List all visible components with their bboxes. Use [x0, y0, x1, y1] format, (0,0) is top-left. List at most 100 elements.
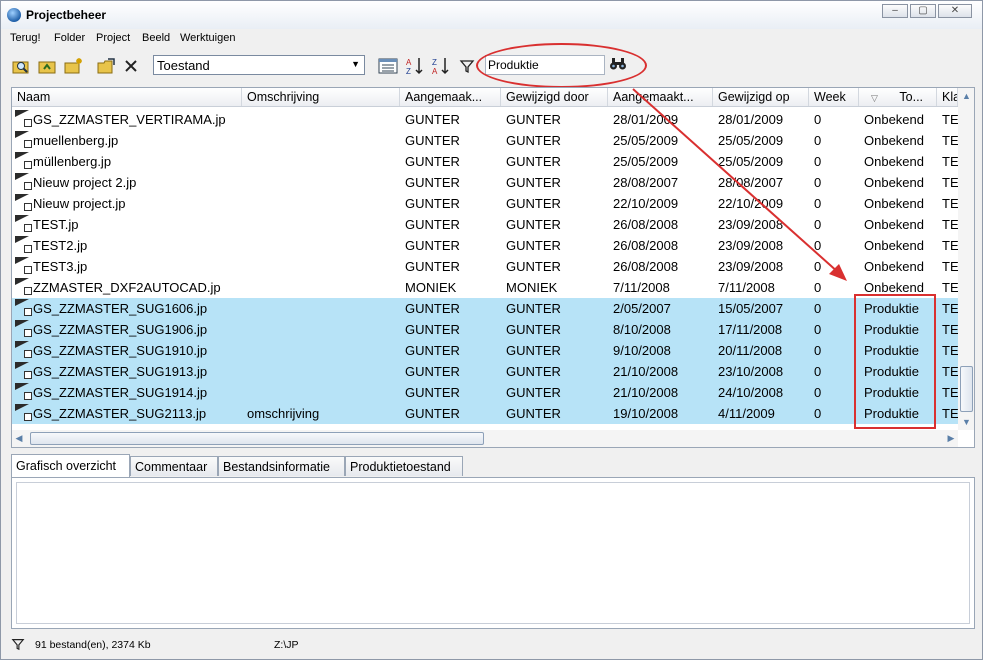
- table-row[interactable]: GS_ZZMASTER_SUG1910.jp GUNTER GUNTER 9/10/2…: [12, 340, 958, 361]
- vertical-scroll-thumb[interactable]: [960, 366, 973, 412]
- file-list-grid: Naam Omschrijving Aangemaak... Gewijzigd…: [11, 87, 975, 448]
- cell-omschrijving: [242, 193, 400, 214]
- search-input[interactable]: [485, 55, 605, 75]
- status-path: Z:\JP: [274, 639, 299, 651]
- folder-up-icon[interactable]: [37, 55, 59, 77]
- table-row[interactable]: GS_ZZMASTER_SUG1606.jp GUNTER GUNTER 2/05/2…: [12, 298, 958, 319]
- cell-week: 0: [814, 322, 822, 337]
- cell-gewijzigd-op: 23/09/2008: [718, 259, 784, 274]
- cell-gewijzigd-door: GUNTER: [506, 343, 561, 358]
- tab-bestandsinformatie[interactable]: Bestandsinformatie: [218, 456, 345, 476]
- open-folder-icon[interactable]: [96, 55, 118, 77]
- cell-gewijzigd-op: 24/10/2008: [718, 385, 784, 400]
- table-row[interactable]: GS_ZZMASTER_VERTIRAMA.jp GUNTER GUNTER 28/0…: [12, 109, 958, 130]
- cell-omschrijving: [242, 256, 400, 277]
- cell-aangemaakt-op: 22/10/2009: [613, 196, 679, 211]
- cell-toestand: Onbekend: [864, 133, 924, 148]
- cell-gewijzigd-door: GUNTER: [506, 322, 561, 337]
- table-row[interactable]: GS_ZZMASTER_SUG2113.jp omschrijving GUNTER…: [12, 403, 958, 424]
- table-row[interactable]: Nieuw project 2.jp GUNTER GUNTER 28/08/2007…: [12, 172, 958, 193]
- sort-indicator-icon: ▽: [871, 93, 878, 103]
- menu-werktuigen[interactable]: Werktuigen: [180, 32, 235, 44]
- table-row[interactable]: ZZMASTER_DXF2AUTOCAD.jp MONIEK MONIEK 7/11/…: [12, 277, 958, 298]
- cell-klasse: TE: [942, 301, 958, 316]
- cell-week: 0: [814, 133, 822, 148]
- table-row[interactable]: müllenberg.jp GUNTER GUNTER 25/05/2009 25/05…: [12, 151, 958, 172]
- sort-descending-icon[interactable]: ZA: [430, 55, 452, 77]
- cell-omschrijving: [242, 382, 400, 403]
- table-row[interactable]: TEST3.jp GUNTER GUNTER 26/08/2008 23/09/2008…: [12, 256, 958, 277]
- cell-gewijzigd-door: GUNTER: [506, 175, 561, 190]
- column-header-aangemaakt-op[interactable]: Aangemaakt...: [608, 88, 713, 106]
- svg-text:A: A: [432, 67, 438, 76]
- cell-aangemaakt-door: GUNTER: [405, 364, 460, 379]
- tab-produktietoestand[interactable]: Produktietoestand: [345, 456, 463, 476]
- toestand-dropdown[interactable]: Toestand ▼: [153, 55, 365, 75]
- search-folder-icon[interactable]: [11, 55, 33, 77]
- table-row[interactable]: GS_ZZMASTER_SUG1906.jp GUNTER GUNTER 8/10/2…: [12, 319, 958, 340]
- sort-ascending-icon[interactable]: AZ: [404, 55, 426, 77]
- cell-naam: GS_ZZMASTER_SUG1913.jp: [33, 364, 208, 379]
- horizontal-scrollbar[interactable]: ◀ ▶: [12, 430, 958, 447]
- column-header-naam[interactable]: Naam: [12, 88, 242, 106]
- column-header-aangemaakt-door[interactable]: Aangemaak...: [400, 88, 501, 106]
- cell-aangemaakt-door: GUNTER: [405, 385, 460, 400]
- cell-aangemaakt-op: 9/10/2008: [613, 343, 671, 358]
- cell-aangemaakt-door: GUNTER: [405, 196, 460, 211]
- menu-folder[interactable]: Folder: [54, 32, 85, 44]
- menu-beeld[interactable]: Beeld: [142, 32, 170, 44]
- menu-project[interactable]: Project: [96, 32, 130, 44]
- maximize-button[interactable]: ▢: [910, 4, 936, 18]
- menu-terug[interactable]: Terug!: [10, 32, 41, 44]
- horizontal-scroll-thumb[interactable]: [30, 432, 484, 445]
- scroll-left-arrow-icon[interactable]: ◀: [12, 430, 26, 447]
- vertical-scrollbar[interactable]: ▲ ▼: [958, 88, 974, 430]
- table-row[interactable]: muellenberg.jp GUNTER GUNTER 25/05/2009 25/0…: [12, 130, 958, 151]
- cell-toestand: Produktie: [864, 322, 919, 337]
- column-header-omschrijving[interactable]: Omschrijving: [242, 88, 400, 106]
- cell-gewijzigd-op: 23/09/2008: [718, 238, 784, 253]
- close-button[interactable]: ✕: [938, 4, 972, 18]
- tab-grafisch-overzicht[interactable]: Grafisch overzicht: [11, 454, 130, 478]
- column-header-gewijzigd-door[interactable]: Gewijzigd door: [501, 88, 608, 106]
- delete-icon[interactable]: [120, 55, 142, 77]
- cell-aangemaakt-door: GUNTER: [405, 133, 460, 148]
- column-header-week[interactable]: Week: [809, 88, 859, 106]
- cell-aangemaakt-door: GUNTER: [405, 301, 460, 316]
- cell-gewijzigd-door: GUNTER: [506, 133, 561, 148]
- table-row[interactable]: GS_ZZMASTER_SUG1913.jp GUNTER GUNTER 21/10/…: [12, 361, 958, 382]
- column-header-toestand[interactable]: ▽ To...: [859, 88, 937, 106]
- table-row[interactable]: TEST2.jp GUNTER GUNTER 26/08/2008 23/09/2008…: [12, 235, 958, 256]
- table-row[interactable]: GS_ZZMASTER_SUG1914.jp GUNTER GUNTER 21/10/…: [12, 382, 958, 403]
- cell-week: 0: [814, 385, 822, 400]
- cell-naam: TEST2.jp: [33, 238, 88, 253]
- column-header-klasse[interactable]: Kla: [937, 88, 958, 106]
- scroll-up-arrow-icon[interactable]: ▲: [958, 88, 974, 104]
- svg-text:A: A: [406, 58, 412, 67]
- cell-gewijzigd-op: 4/11/2009: [718, 406, 775, 421]
- new-folder-icon[interactable]: [63, 55, 85, 77]
- cell-omschrijving: [242, 340, 400, 361]
- cell-naam: GS_ZZMASTER_SUG1906.jp: [33, 322, 208, 337]
- cell-naam: TEST3.jp: [33, 259, 88, 274]
- binoculars-search-icon[interactable]: [609, 57, 627, 74]
- chevron-down-icon[interactable]: ▼: [351, 59, 360, 69]
- cell-naam: GS_ZZMASTER_VERTIRAMA.jp: [33, 112, 226, 127]
- cell-gewijzigd-op: 15/05/2007: [718, 301, 784, 316]
- filter-icon[interactable]: [456, 55, 478, 77]
- status-file-count: 91 bestand(en), 2374 Kb: [35, 639, 151, 651]
- cell-week: 0: [814, 364, 822, 379]
- cell-omschrijving: [242, 361, 400, 382]
- scroll-down-arrow-icon[interactable]: ▼: [958, 414, 974, 430]
- tab-commentaar[interactable]: Commentaar: [130, 456, 218, 476]
- cell-gewijzigd-op: 7/11/2008: [718, 280, 775, 295]
- table-row[interactable]: Nieuw project.jp GUNTER GUNTER 22/10/2009 22…: [12, 193, 958, 214]
- cell-aangemaakt-door: GUNTER: [405, 175, 460, 190]
- details-view-icon[interactable]: [377, 55, 399, 77]
- cell-gewijzigd-door: GUNTER: [506, 196, 561, 211]
- cell-aangemaakt-op: 26/08/2008: [613, 217, 679, 232]
- column-header-gewijzigd-op[interactable]: Gewijzigd op: [713, 88, 809, 106]
- minimize-button[interactable]: ‒: [882, 4, 908, 18]
- table-row[interactable]: TEST.jp GUNTER GUNTER 26/08/2008 23/09/2008 0…: [12, 214, 958, 235]
- scroll-right-arrow-icon[interactable]: ▶: [944, 430, 958, 447]
